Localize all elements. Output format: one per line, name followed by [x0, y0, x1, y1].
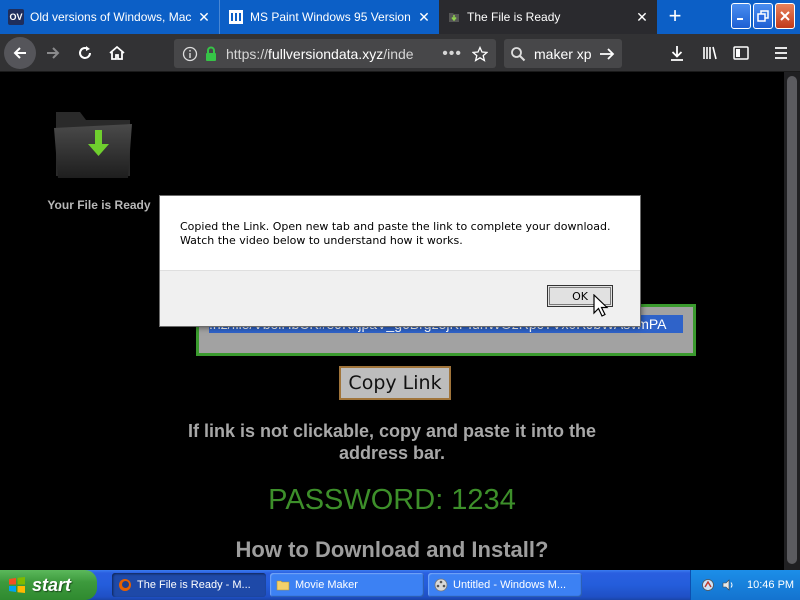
home-button[interactable]	[102, 38, 132, 68]
star-icon[interactable]	[472, 45, 488, 62]
home-icon	[109, 45, 125, 60]
start-button[interactable]: start	[0, 570, 97, 600]
tab-strip: OV Old versions of Windows, Mac an ✕ MS …	[0, 0, 800, 34]
movie-maker-icon	[434, 578, 448, 592]
tab-label: MS Paint Windows 95 Version : M	[250, 10, 411, 24]
dialog-message: Copied the Link. Open new tab and paste …	[180, 220, 611, 247]
forward-button[interactable]	[38, 38, 68, 68]
url-bar[interactable]: https://fullversiondata.xyz/inde •••	[174, 39, 496, 68]
scrollbar-thumb[interactable]	[787, 76, 797, 564]
minimize-icon	[737, 18, 743, 20]
taskbar-item-windows-movie-maker[interactable]: Untitled - Windows M...	[428, 573, 582, 597]
howto-heading: How to Download and Install?	[235, 537, 549, 562]
library-icon	[703, 46, 717, 60]
file-ready-label: Your File is Ready	[47, 198, 151, 212]
sidebar-icon	[733, 46, 749, 60]
ov-favicon-icon: OV	[8, 9, 24, 25]
url-text[interactable]: https://fullversiondata.xyz/inde	[226, 46, 442, 62]
museum-icon	[229, 10, 243, 24]
close-icon[interactable]: ✕	[417, 9, 431, 26]
page-actions-icon[interactable]: •••	[442, 45, 462, 63]
copy-link-button[interactable]: Copy Link	[339, 366, 451, 400]
close-icon	[780, 11, 790, 21]
download-icon	[671, 46, 683, 61]
lock-icon	[206, 46, 216, 61]
clock: 10:46 PM	[747, 579, 795, 591]
tab-label: Old versions of Windows, Mac an	[30, 10, 191, 24]
downloads-button[interactable]	[662, 38, 692, 68]
back-button[interactable]	[4, 37, 36, 69]
alert-dialog: Copied the Link. Open new tab and paste …	[159, 195, 641, 327]
search-icon	[511, 46, 526, 61]
reload-icon	[79, 46, 91, 59]
page-scrollbar[interactable]	[784, 72, 800, 570]
tab-file-ready[interactable]: The File is Ready ✕	[439, 0, 657, 34]
folder-icon	[276, 580, 290, 591]
minimize-button[interactable]	[731, 3, 751, 29]
close-window-button[interactable]	[775, 3, 795, 29]
close-icon[interactable]: ✕	[197, 9, 211, 26]
arrow-right-icon[interactable]	[598, 46, 616, 62]
mouse-cursor-icon	[593, 294, 609, 317]
volume-icon[interactable]	[721, 578, 735, 592]
search-input[interactable]: maker xp	[534, 46, 598, 62]
windows-flag-icon	[9, 577, 25, 593]
network-icon[interactable]	[701, 578, 715, 592]
download-folder-icon	[54, 112, 132, 178]
arrow-left-icon	[13, 47, 26, 59]
hamburger-icon	[775, 47, 787, 59]
dialog-footer: OK	[160, 270, 640, 326]
start-label: start	[32, 574, 72, 595]
taskbar-item-label: Untitled - Windows M...	[453, 579, 567, 591]
reload-button[interactable]	[70, 38, 100, 68]
hint-text: If link is not clickable, copy and paste…	[187, 421, 597, 463]
new-tab-button[interactable]: +	[663, 5, 687, 29]
library-button[interactable]	[695, 38, 725, 68]
tab-mspaint[interactable]: MS Paint Windows 95 Version : M ✕	[219, 0, 439, 34]
menu-button[interactable]	[766, 38, 796, 68]
password-text: PASSWORD: 1234	[268, 484, 516, 516]
taskbar-item-label: The File is Ready - M...	[137, 579, 251, 591]
taskbar-item-firefox[interactable]: The File is Ready - M...	[112, 573, 266, 597]
close-icon[interactable]: ✕	[635, 9, 649, 26]
restore-button[interactable]	[753, 3, 773, 29]
taskbar-item-movie-maker-folder[interactable]: Movie Maker	[270, 573, 424, 597]
restore-icon	[757, 10, 769, 22]
nav-toolbar: https://fullversiondata.xyz/inde ••• mak…	[0, 34, 800, 72]
taskbar: start The File is Ready - M... Movie Mak…	[0, 570, 800, 600]
file-icon	[449, 13, 459, 22]
tab-label: The File is Ready	[467, 10, 561, 24]
search-bar[interactable]: maker xp	[504, 39, 622, 68]
system-tray: 10:46 PM	[690, 570, 800, 600]
sidebar-button[interactable]	[726, 38, 756, 68]
firefox-icon	[119, 579, 131, 591]
arrow-right-icon	[47, 47, 60, 59]
taskbar-item-label: Movie Maker	[295, 579, 358, 591]
tab-oldversions[interactable]: OV Old versions of Windows, Mac an ✕	[0, 0, 219, 34]
info-icon[interactable]	[182, 46, 198, 62]
